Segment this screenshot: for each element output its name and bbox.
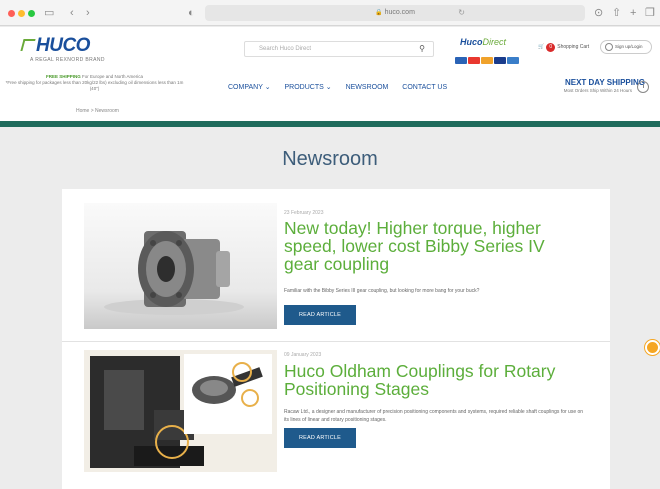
- news-list: 23 February 2023 New today! Higher torqu…: [62, 189, 610, 489]
- chat-widget-icon[interactable]: [645, 340, 660, 355]
- article-title[interactable]: New today! Higher torque, higher speed, …: [284, 219, 584, 273]
- visa-icon: [494, 57, 506, 64]
- huco-direct-logo[interactable]: HucoDirect: [460, 37, 506, 47]
- article-title[interactable]: Huco Oldham Couplings for Rotary Positio…: [284, 362, 584, 398]
- card-icon: [455, 57, 467, 64]
- sidebar-icon[interactable]: ▭: [44, 5, 54, 21]
- site-header: HUCO A REGAL REXNORD BRAND Search Huco D…: [0, 27, 660, 70]
- cart-count-badge: 0: [546, 43, 556, 52]
- search-icon[interactable]: ⚲: [419, 42, 425, 56]
- browser-toolbar: ▭ ‹ › ◐ 🔒 huco.com ↻ ⊙ ⇧ + ❐: [0, 0, 660, 26]
- privacy-icon[interactable]: ◐: [188, 5, 195, 21]
- nav-menu: COMPANY ⌄ PRODUCTS ⌄ NEWSROOM CONTACT US: [228, 83, 459, 91]
- reload-icon[interactable]: ↻: [458, 5, 465, 21]
- share-icon[interactable]: ⇧: [612, 5, 621, 21]
- header-divider-band: [0, 121, 660, 127]
- article-date: 23 February 2023: [284, 210, 324, 216]
- back-icon[interactable]: ‹: [70, 5, 74, 21]
- signin-button[interactable]: Sign up/Login: [600, 40, 652, 54]
- zoom-window-button[interactable]: [28, 10, 35, 17]
- article-date: 09 January 2023: [284, 352, 322, 358]
- read-article-button[interactable]: READ ARTICLE: [284, 305, 356, 325]
- close-window-button[interactable]: [8, 10, 15, 17]
- shopping-cart[interactable]: 🛒 0 Shopping Cart: [538, 40, 589, 54]
- search-input[interactable]: Search Huco Direct ⚲: [244, 41, 434, 57]
- downloads-icon[interactable]: ⊙: [594, 5, 603, 21]
- mastercard-icon: [468, 57, 480, 64]
- positioning-stage-image[interactable]: [84, 350, 277, 472]
- clock-icon: [637, 81, 649, 93]
- shipping-notice: FREE SHIPPING For Europe and North Ameri…: [5, 74, 184, 91]
- lock-icon: 🔒: [375, 10, 383, 16]
- minimize-window-button[interactable]: [18, 10, 25, 17]
- gear-coupling-image[interactable]: [84, 203, 277, 329]
- nav-item-contact[interactable]: CONTACT US: [402, 84, 447, 91]
- new-tab-icon[interactable]: +: [630, 5, 636, 21]
- search-placeholder: Search Huco Direct: [259, 46, 312, 52]
- nav-item-company[interactable]: COMPANY ⌄: [228, 84, 271, 91]
- nav-item-newsroom[interactable]: NEWSROOM: [346, 84, 389, 91]
- nav-item-products[interactable]: PRODUCTS ⌄: [285, 84, 332, 91]
- article-excerpt: Racaw Ltd., a designer and manufacturer …: [284, 409, 584, 423]
- tab-overview-icon[interactable]: ❐: [645, 5, 655, 21]
- news-article: 09 January 2023 Huco Oldham Couplings fo…: [62, 341, 610, 477]
- logo-mark-icon: [20, 39, 36, 51]
- main-nav: FREE SHIPPING For Europe and North Ameri…: [0, 70, 660, 104]
- forward-icon[interactable]: ›: [86, 5, 90, 21]
- huco-logo[interactable]: HUCO: [20, 35, 90, 57]
- news-article: 23 February 2023 New today! Higher torqu…: [62, 189, 610, 341]
- address-bar[interactable]: 🔒 huco.com ↻: [205, 5, 585, 21]
- shipping-note: *Free shipping for packages less than 20…: [5, 80, 184, 91]
- read-article-button[interactable]: READ ARTICLE: [284, 428, 356, 448]
- breadcrumb[interactable]: Home > Newsroom: [0, 104, 660, 121]
- next-day-shipping-sub: Most Orders Ship Within 24 Hours: [563, 88, 632, 93]
- url-text: huco.com: [384, 9, 415, 16]
- article-excerpt: Familiar with the Bibby Series III gear …: [284, 288, 480, 294]
- logo-subtitle: A REGAL REXNORD BRAND: [30, 57, 105, 63]
- paypal-icon: [507, 57, 519, 64]
- payment-cards: [455, 51, 520, 64]
- next-day-shipping: NEXT DAY SHIPPING: [564, 78, 645, 87]
- cart-icon: 🛒: [538, 44, 545, 50]
- card-icon: [481, 57, 493, 64]
- user-icon: [605, 43, 613, 51]
- page-title: Newsroom: [282, 148, 378, 170]
